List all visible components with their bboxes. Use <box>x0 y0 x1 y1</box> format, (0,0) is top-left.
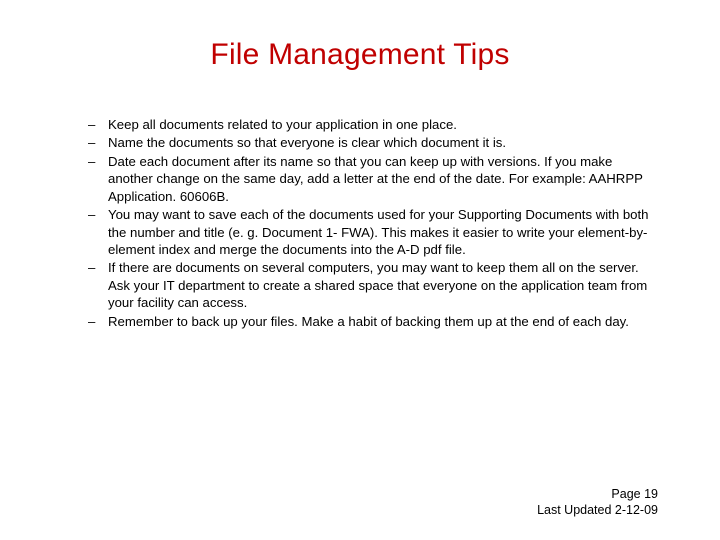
list-item: You may want to save each of the documen… <box>88 206 660 258</box>
list-item: Remember to back up your files. Make a h… <box>88 313 660 330</box>
list-item: Date each document after its name so tha… <box>88 153 660 205</box>
bullet-list: Keep all documents related to your appli… <box>60 116 660 330</box>
list-item: If there are documents on several comput… <box>88 259 660 311</box>
page-number: Page 19 <box>537 486 658 502</box>
list-item: Name the documents so that everyone is c… <box>88 134 660 151</box>
last-updated: Last Updated 2-12-09 <box>537 502 658 518</box>
list-item: Keep all documents related to your appli… <box>88 116 660 133</box>
page-title: File Management Tips <box>60 38 660 72</box>
slide-footer: Page 19 Last Updated 2-12-09 <box>537 486 658 519</box>
slide: File Management Tips Keep all documents … <box>0 0 720 540</box>
